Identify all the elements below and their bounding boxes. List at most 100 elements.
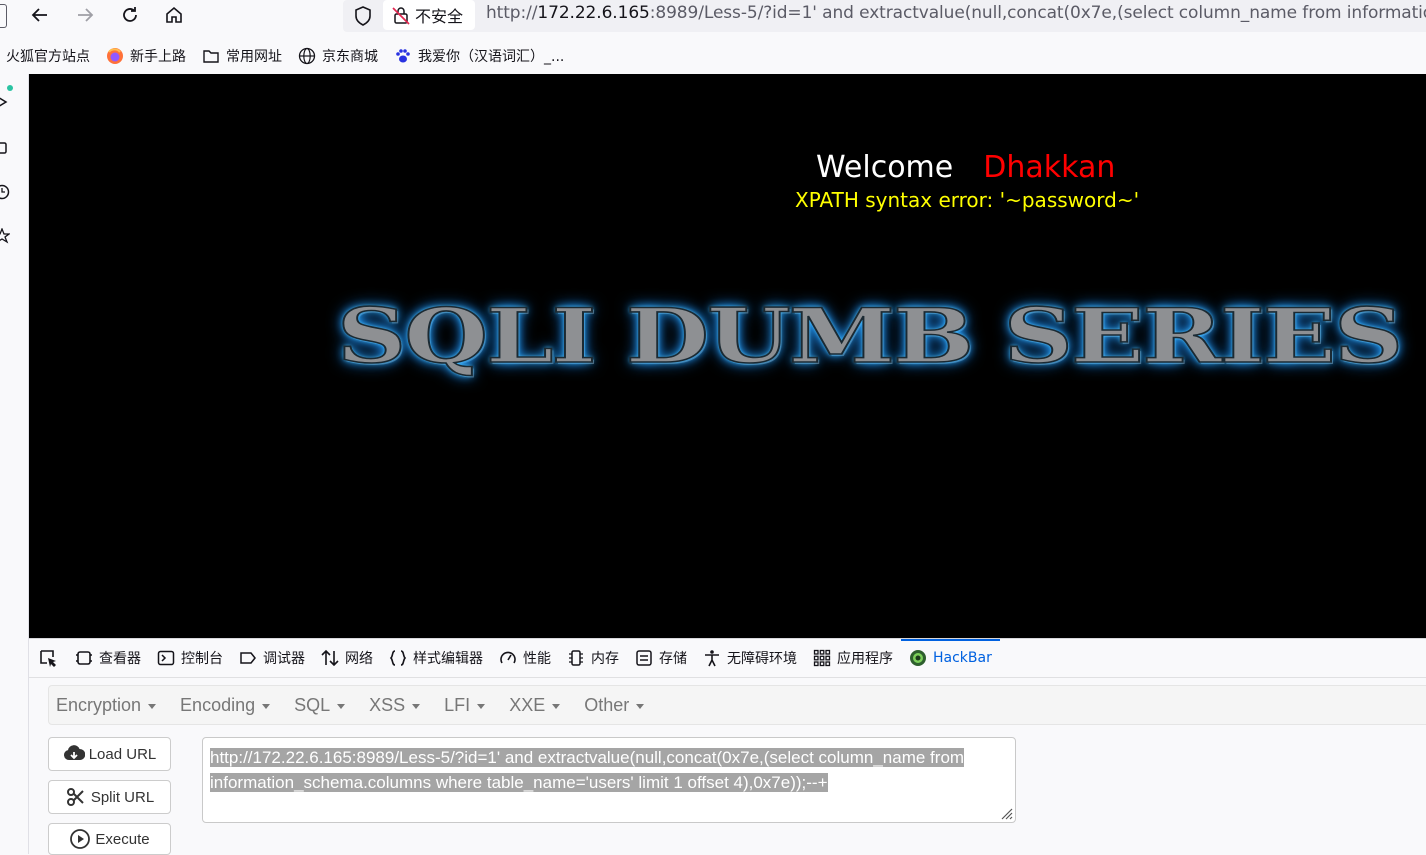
inspector-icon [76,651,92,665]
url-rest: :8989/Less-5/?id=1' and extractvalue(nul… [649,3,1426,23]
sqli-dumb-series-banner: SQLI DUMB SERIES [336,291,1404,381]
insecure-lock-icon [392,7,410,25]
split-url-label: Split URL [90,788,155,806]
memory-icon [569,650,583,666]
load-url-button[interactable]: Load URL [48,737,171,771]
tab-accessibility[interactable]: 无障碍环境 [695,639,805,677]
globe-icon [298,47,316,65]
menu-sql[interactable]: SQL [282,695,357,716]
sidebar-bookmarks-icon[interactable] [0,228,10,244]
bookmark-label: 我爱你（汉语词汇）_... [418,49,565,65]
hackbar-icon [910,650,926,666]
xpath-error-message: XPATH syntax error: '~password~' [795,188,1140,212]
caret-down-icon [262,703,271,709]
menu-encoding[interactable]: Encoding [168,695,282,716]
debugger-icon [240,652,256,664]
tab-storage[interactable]: 存储 [627,639,695,677]
sidebar-ai-icon[interactable] [0,94,10,110]
back-button[interactable] [27,2,53,28]
caret-down-icon [412,703,421,709]
menu-xss[interactable]: XSS [357,695,432,716]
menu-label: LFI [444,694,471,715]
menu-other[interactable]: Other [572,695,656,716]
tab-inspector[interactable]: 查看器 [67,639,149,677]
hackbar-url-text[interactable]: http://172.22.6.165:8989/Less-5/?id=1' a… [210,745,1008,795]
application-icon [813,649,831,667]
element-picker-icon[interactable] [37,647,59,669]
tab-label: 调试器 [263,651,305,667]
resize-grip-icon[interactable] [999,806,1013,820]
tab-label: 查看器 [99,651,141,667]
tab-debugger[interactable]: 调试器 [231,639,313,677]
bookmark-baidu[interactable]: 我爱你（汉语词汇）_... [394,42,564,70]
tab-label: HackBar [933,650,992,666]
tab-application[interactable]: 应用程序 [805,639,901,677]
tab-label: 性能 [523,651,551,667]
tab-label: 控制台 [181,651,223,667]
home-button[interactable] [161,2,187,28]
tab-performance[interactable]: 性能 [491,639,559,677]
notification-dot [7,85,13,91]
caret-down-icon [148,703,157,709]
caret-down-icon [636,703,645,709]
cloud-download-icon [63,745,85,760]
tab-hackbar[interactable]: HackBar [901,639,1000,677]
caret-down-icon [477,703,486,709]
tab-network[interactable]: 网络 [313,639,381,677]
reload-icon [123,7,137,22]
menu-label: Other [584,694,630,715]
execute-button[interactable]: Execute [48,823,171,855]
forward-arrow-icon [78,8,94,22]
sidebar-toggle-icon[interactable] [0,4,7,28]
tab-style-editor[interactable]: 样式编辑器 [381,639,491,677]
devtools-tabbar: 查看器 控制台 调试器 网络 样式编辑器 性能 内存 存储 无障碍环境 应用程序… [29,639,1426,678]
bookmark-label: 京东商城 [322,49,378,65]
split-url-button[interactable]: Split URL [48,780,171,814]
tab-label: 样式编辑器 [413,651,483,667]
bookmark-getting-started[interactable]: 新手上路 [106,42,186,70]
menu-label: XSS [369,694,406,715]
sidebar-history-icon[interactable] [0,184,10,200]
accessibility-icon [705,650,719,667]
insecure-indicator[interactable]: 不安全 [383,0,475,30]
forward-button[interactable] [72,2,98,28]
paw-icon [396,49,410,63]
url-prefix: http:// [486,3,538,23]
bookmark-jd[interactable]: 京东商城 [298,42,378,70]
welcome-line: Welcome Dhakkan [816,150,1115,185]
bookmark-firefox-official[interactable]: 火狐官方站点 [6,42,90,70]
shield-icon[interactable] [351,4,375,28]
load-url-label: Load URL [88,745,157,763]
menu-encryption[interactable]: Encryption [49,695,168,716]
folder-icon [203,50,219,63]
execute-label: Execute [95,830,150,848]
tab-memory[interactable]: 内存 [559,639,627,677]
tab-console[interactable]: 控制台 [149,639,231,677]
sidebar-tabs-icon[interactable] [0,140,10,156]
menu-lfi[interactable]: LFI [432,695,497,716]
bookmark-label: 新手上路 [130,49,186,65]
bookmark-common-sites[interactable]: 常用网址 [202,42,282,70]
url-bar[interactable]: 不安全 http://172.22.6.165:8989/Less-5/?id=… [343,0,1426,32]
url-line-2: information_schema.columns where table_n… [210,773,828,792]
tab-label: 无障碍环境 [727,651,797,667]
url-text[interactable]: http://172.22.6.165:8989/Less-5/?id=1' a… [486,3,1426,23]
hackbar-url-textarea[interactable]: http://172.22.6.165:8989/Less-5/?id=1' a… [202,737,1016,823]
bookmark-label: 火狐官方站点 [6,49,90,65]
network-icon [321,649,339,667]
scissors-icon [66,788,84,806]
menu-label: SQL [294,694,331,715]
console-icon [157,650,175,666]
insecure-label: 不安全 [415,7,464,26]
style-editor-icon [389,650,407,666]
play-circle-icon [70,829,91,849]
page-content: Welcome Dhakkan XPATH syntax error: '~pas… [29,74,1426,638]
bookmark-label: 常用网址 [226,49,282,65]
browser-toolbar: 不安全 http://172.22.6.165:8989/Less-5/?id=… [0,0,1426,38]
reload-button[interactable] [117,2,143,28]
url-host: 172.22.6.165 [537,3,650,23]
performance-icon [500,651,516,664]
menu-xxe[interactable]: XXE [497,695,572,716]
menu-label: Encoding [180,694,256,715]
devtools-panel: 查看器 控制台 调试器 网络 样式编辑器 性能 内存 存储 无障碍环境 应用程序… [29,638,1426,855]
